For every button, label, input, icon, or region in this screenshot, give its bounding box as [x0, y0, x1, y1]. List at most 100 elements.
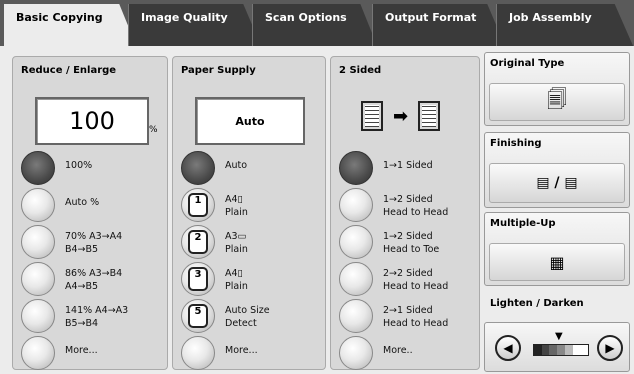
option-line1: 1→1 Sided [383, 160, 433, 171]
tray-icon: 3 [188, 267, 208, 291]
radio-button[interactable] [21, 262, 55, 296]
option-label: Auto Size Detect [225, 304, 270, 330]
collate-icon: ▤ / ▤ [536, 175, 578, 191]
radio-button[interactable]: 5 [181, 299, 215, 333]
option-line1: 1→2 Sided [383, 231, 433, 242]
option-label: 1→1 Sided [383, 159, 433, 172]
radio-button[interactable] [339, 262, 373, 296]
multi-page-icon: ▦ [549, 252, 565, 272]
duplex-diagram: ➡ [361, 101, 441, 131]
lighten-button[interactable]: ◀ [495, 335, 521, 361]
radio-button[interactable]: 2 [181, 225, 215, 259]
option-line2: Plain [225, 244, 248, 255]
paper-value: Auto [235, 114, 265, 128]
option-label: 2→2 Sided Head to Head [383, 267, 448, 293]
option-line2: Head to Head [383, 207, 449, 218]
zoom-display[interactable]: 100 [35, 97, 149, 145]
option-label: 141% A4→A3 B5→B4 [65, 304, 128, 330]
option-line1: 70% A3→A4 [65, 231, 123, 242]
button-label: Multiple-Up [490, 218, 556, 229]
darken-button[interactable]: ▶ [597, 335, 623, 361]
paper-display[interactable]: Auto [195, 97, 305, 145]
lighten-darken-label: Lighten / Darken [490, 298, 584, 309]
option-line2: A4→B5 [65, 281, 99, 292]
radio-button[interactable]: 1 [181, 188, 215, 222]
multiple-up-icon-area: ▦ [489, 243, 625, 281]
tab-label: Image Quality [141, 11, 228, 24]
option-line1: 86% A3→B4 [65, 268, 123, 279]
radio-button[interactable] [339, 188, 373, 222]
button-label: Original Type [490, 58, 565, 69]
document-icon [361, 101, 383, 131]
tab-output-format[interactable]: Output Format [372, 4, 506, 48]
option-label: 2→1 Sided Head to Head [383, 304, 448, 330]
reduce-enlarge-panel: Reduce / Enlarge 100 % 100% Auto % 70% A3→… [12, 56, 168, 370]
option-line1: More... [225, 345, 258, 356]
panel-title: Reduce / Enlarge [21, 65, 117, 76]
option-line1: 141% A4→A3 [65, 305, 129, 316]
tab-label: Basic Copying [16, 11, 103, 24]
option-line2: Plain [225, 281, 248, 292]
panel-title: Paper Supply [181, 65, 256, 76]
option-line2: Detect [225, 318, 257, 329]
left-arrow-icon: ◀ [503, 341, 513, 355]
radio-button[interactable] [339, 225, 373, 259]
original-type-icon-area: 🗐 [489, 83, 625, 121]
tab-label: Output Format [385, 11, 477, 24]
panel-title: 2 Sided [339, 65, 382, 76]
document-icon [418, 101, 441, 131]
radio-button[interactable]: 3 [181, 262, 215, 296]
tray-icon: 5 [188, 304, 208, 328]
zoom-unit: % [149, 125, 158, 135]
radio-selected[interactable] [181, 151, 215, 185]
option-line2: Head to Toe [383, 244, 440, 255]
tab-label: Job Assembly [509, 11, 592, 24]
option-label: More... [65, 344, 98, 357]
option-label: 1→2 Sided Head to Head [383, 193, 448, 219]
radio-selected[interactable] [339, 151, 373, 185]
radio-button[interactable] [21, 299, 55, 333]
radio-button[interactable] [339, 299, 373, 333]
option-line1: 2→2 Sided [383, 268, 433, 279]
option-line1: 1→2 Sided [383, 194, 433, 205]
option-line1: More.. [383, 345, 413, 356]
tray-icon: 2 [188, 230, 208, 254]
radio-button[interactable] [181, 336, 215, 370]
zoom-value: 100 [69, 107, 115, 135]
radio-button[interactable] [21, 188, 55, 222]
radio-button[interactable] [21, 225, 55, 259]
option-label: Auto % [65, 196, 99, 209]
paper-supply-panel: Paper Supply Auto Auto 1 A4▯ Plain 2 A3▭ Plain… [172, 56, 326, 370]
option-label: Auto [225, 159, 247, 172]
option-label: 86% A3→B4 A4→B5 [65, 267, 122, 293]
option-label: 1→2 Sided Head to Toe [383, 230, 439, 256]
option-line1: 100% [65, 160, 93, 171]
option-line1: Auto Size [225, 305, 270, 316]
radio-button[interactable] [21, 336, 55, 370]
option-line2: Head to Head [383, 281, 449, 292]
option-line2: B4→B5 [65, 244, 99, 255]
original-type-button[interactable]: Original Type 🗐 [484, 52, 630, 126]
tab-scan-options[interactable]: Scan Options [252, 4, 378, 48]
photo-text-icon: 🗐 [547, 87, 567, 111]
finishing-icon-area: ▤ / ▤ [489, 163, 625, 203]
two-sided-panel: 2 Sided ➡ 1→1 Sided 1→2 Sided Head to Head… [330, 56, 480, 370]
tab-image-quality[interactable]: Image Quality [128, 4, 262, 48]
density-scale [533, 344, 589, 356]
option-line1: A4▯ [225, 194, 243, 205]
radio-button[interactable] [339, 336, 373, 370]
option-line1: 2→1 Sided [383, 305, 433, 316]
finishing-button[interactable]: Finishing ▤ / ▤ [484, 132, 630, 208]
right-arrow-icon: ▶ [605, 341, 615, 355]
tab-basic-copying[interactable]: Basic Copying [4, 4, 138, 50]
tab-job-assembly[interactable]: Job Assembly [496, 4, 634, 48]
option-label: More... [225, 344, 258, 357]
lighten-darken-control: ◀ ▼ ▶ [484, 322, 630, 372]
button-label: Finishing [490, 138, 542, 149]
option-line2: B5→B4 [65, 318, 99, 329]
option-line1: A3▭ [225, 231, 247, 242]
option-label: A3▭ Plain [225, 230, 248, 256]
multiple-up-button[interactable]: Multiple-Up ▦ [484, 212, 630, 286]
tray-icon: 1 [188, 193, 208, 217]
radio-selected[interactable] [21, 151, 55, 185]
